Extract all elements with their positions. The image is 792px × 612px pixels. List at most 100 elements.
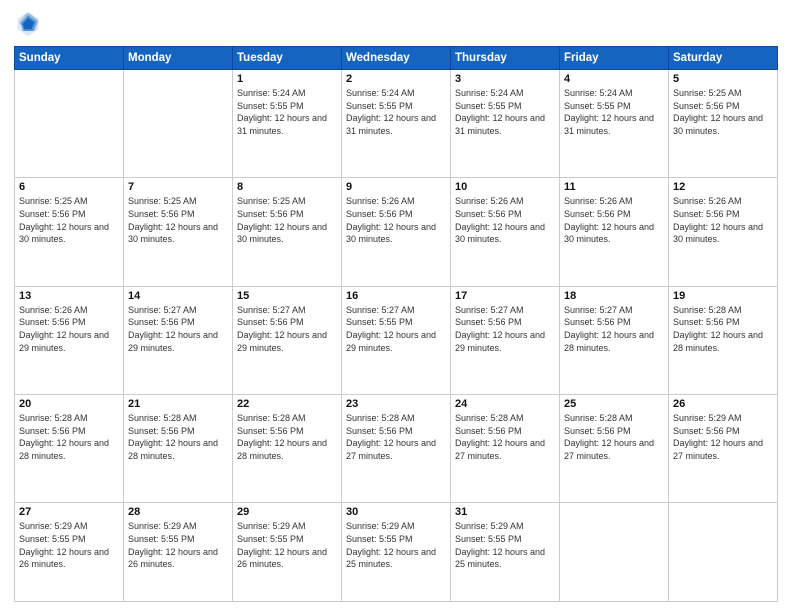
day-number: 14 xyxy=(128,290,228,302)
weekday-header: Thursday xyxy=(451,47,560,70)
day-info: Sunrise: 5:27 AM Sunset: 5:56 PM Dayligh… xyxy=(564,304,664,354)
calendar-cell: 13 Sunrise: 5:26 AM Sunset: 5:56 PM Dayli… xyxy=(15,286,124,394)
day-info: Sunrise: 5:27 AM Sunset: 5:55 PM Dayligh… xyxy=(346,304,446,354)
calendar-cell: 30 Sunrise: 5:29 AM Sunset: 5:55 PM Dayli… xyxy=(342,503,451,602)
calendar-cell: 5 Sunrise: 5:25 AM Sunset: 5:56 PM Daylig… xyxy=(669,70,778,178)
day-info: Sunrise: 5:24 AM Sunset: 5:55 PM Dayligh… xyxy=(346,87,446,137)
calendar-cell: 26 Sunrise: 5:29 AM Sunset: 5:56 PM Dayli… xyxy=(669,395,778,503)
day-number: 18 xyxy=(564,290,664,302)
weekday-header: Wednesday xyxy=(342,47,451,70)
calendar-cell: 9 Sunrise: 5:26 AM Sunset: 5:56 PM Daylig… xyxy=(342,178,451,286)
calendar-header-row: SundayMondayTuesdayWednesdayThursdayFrid… xyxy=(15,47,778,70)
day-info: Sunrise: 5:28 AM Sunset: 5:56 PM Dayligh… xyxy=(237,412,337,462)
day-info: Sunrise: 5:28 AM Sunset: 5:56 PM Dayligh… xyxy=(346,412,446,462)
calendar-cell: 16 Sunrise: 5:27 AM Sunset: 5:55 PM Dayli… xyxy=(342,286,451,394)
day-number: 9 xyxy=(346,181,446,193)
calendar-week-row: 20Sunrise: 5:28 AM Sunset: 5:56 PM Dayli… xyxy=(15,395,778,503)
calendar-cell xyxy=(669,503,778,602)
calendar-cell: 18 Sunrise: 5:27 AM Sunset: 5:56 PM Dayli… xyxy=(560,286,669,394)
calendar-cell xyxy=(124,70,233,178)
calendar-cell: 19Sunrise: 5:28 AM Sunset: 5:56 PM Dayli… xyxy=(669,286,778,394)
day-info: Sunrise: 5:29 AM Sunset: 5:55 PM Dayligh… xyxy=(346,520,446,570)
day-info: Sunrise: 5:29 AM Sunset: 5:55 PM Dayligh… xyxy=(237,520,337,570)
day-number: 22 xyxy=(237,398,337,410)
day-info: Sunrise: 5:29 AM Sunset: 5:55 PM Dayligh… xyxy=(128,520,228,570)
day-info: Sunrise: 5:27 AM Sunset: 5:56 PM Dayligh… xyxy=(128,304,228,354)
calendar-week-row: 13 Sunrise: 5:26 AM Sunset: 5:56 PM Dayli… xyxy=(15,286,778,394)
day-info: Sunrise: 5:28 AM Sunset: 5:56 PM Dayligh… xyxy=(455,412,555,462)
day-number: 11 xyxy=(564,181,664,193)
day-number: 4 xyxy=(564,73,664,85)
calendar-cell: 10 Sunrise: 5:26 AM Sunset: 5:56 PM Dayli… xyxy=(451,178,560,286)
calendar-cell xyxy=(15,70,124,178)
day-info: Sunrise: 5:27 AM Sunset: 5:56 PM Dayligh… xyxy=(237,304,337,354)
day-info: Sunrise: 5:26 AM Sunset: 5:56 PM Dayligh… xyxy=(346,195,446,245)
day-info: Sunrise: 5:25 AM Sunset: 5:56 PM Dayligh… xyxy=(19,195,119,245)
day-info: Sunrise: 5:29 AM Sunset: 5:56 PM Dayligh… xyxy=(673,412,773,462)
day-number: 21 xyxy=(128,398,228,410)
calendar-cell: 1 Sunrise: 5:24 AM Sunset: 5:55 PM Daylig… xyxy=(233,70,342,178)
weekday-header: Monday xyxy=(124,47,233,70)
day-number: 15 xyxy=(237,290,337,302)
calendar-cell: 27 Sunrise: 5:29 AM Sunset: 5:55 PM Dayli… xyxy=(15,503,124,602)
calendar-cell: 17 Sunrise: 5:27 AM Sunset: 5:56 PM Dayli… xyxy=(451,286,560,394)
day-number: 23 xyxy=(346,398,446,410)
day-number: 12 xyxy=(673,181,773,193)
page: SundayMondayTuesdayWednesdayThursdayFrid… xyxy=(0,0,792,612)
day-number: 27 xyxy=(19,506,119,518)
calendar-cell: 29 Sunrise: 5:29 AM Sunset: 5:55 PM Dayli… xyxy=(233,503,342,602)
day-info: Sunrise: 5:25 AM Sunset: 5:56 PM Dayligh… xyxy=(673,87,773,137)
calendar-cell: 21 Sunrise: 5:28 AM Sunset: 5:56 PM Dayli… xyxy=(124,395,233,503)
day-info: Sunrise: 5:27 AM Sunset: 5:56 PM Dayligh… xyxy=(455,304,555,354)
calendar-week-row: 6Sunrise: 5:25 AM Sunset: 5:56 PM Daylig… xyxy=(15,178,778,286)
day-number: 26 xyxy=(673,398,773,410)
calendar-cell: 6Sunrise: 5:25 AM Sunset: 5:56 PM Daylig… xyxy=(15,178,124,286)
day-info: Sunrise: 5:24 AM Sunset: 5:55 PM Dayligh… xyxy=(455,87,555,137)
day-info: Sunrise: 5:29 AM Sunset: 5:55 PM Dayligh… xyxy=(455,520,555,570)
day-number: 3 xyxy=(455,73,555,85)
calendar-week-row: 27 Sunrise: 5:29 AM Sunset: 5:55 PM Dayli… xyxy=(15,503,778,602)
calendar-cell xyxy=(560,503,669,602)
calendar-cell: 31 Sunrise: 5:29 AM Sunset: 5:55 PM Dayli… xyxy=(451,503,560,602)
calendar-cell: 12Sunrise: 5:26 AM Sunset: 5:56 PM Dayli… xyxy=(669,178,778,286)
day-info: Sunrise: 5:28 AM Sunset: 5:56 PM Dayligh… xyxy=(128,412,228,462)
logo-icon xyxy=(14,10,42,38)
calendar-cell: 22 Sunrise: 5:28 AM Sunset: 5:56 PM Dayli… xyxy=(233,395,342,503)
calendar-cell: 23 Sunrise: 5:28 AM Sunset: 5:56 PM Dayli… xyxy=(342,395,451,503)
day-info: Sunrise: 5:26 AM Sunset: 5:56 PM Dayligh… xyxy=(455,195,555,245)
weekday-header: Tuesday xyxy=(233,47,342,70)
day-info: Sunrise: 5:29 AM Sunset: 5:55 PM Dayligh… xyxy=(19,520,119,570)
day-number: 25 xyxy=(564,398,664,410)
day-info: Sunrise: 5:25 AM Sunset: 5:56 PM Dayligh… xyxy=(237,195,337,245)
weekday-header: Friday xyxy=(560,47,669,70)
calendar-cell: 24 Sunrise: 5:28 AM Sunset: 5:56 PM Dayli… xyxy=(451,395,560,503)
day-number: 8 xyxy=(237,181,337,193)
day-number: 13 xyxy=(19,290,119,302)
calendar-cell: 3 Sunrise: 5:24 AM Sunset: 5:55 PM Daylig… xyxy=(451,70,560,178)
day-number: 5 xyxy=(673,73,773,85)
day-info: Sunrise: 5:26 AM Sunset: 5:56 PM Dayligh… xyxy=(19,304,119,354)
day-info: Sunrise: 5:25 AM Sunset: 5:56 PM Dayligh… xyxy=(128,195,228,245)
day-number: 24 xyxy=(455,398,555,410)
logo xyxy=(14,10,46,38)
day-number: 10 xyxy=(455,181,555,193)
day-number: 17 xyxy=(455,290,555,302)
calendar-cell: 2 Sunrise: 5:24 AM Sunset: 5:55 PM Daylig… xyxy=(342,70,451,178)
day-info: Sunrise: 5:26 AM Sunset: 5:56 PM Dayligh… xyxy=(564,195,664,245)
day-number: 16 xyxy=(346,290,446,302)
calendar: SundayMondayTuesdayWednesdayThursdayFrid… xyxy=(14,46,778,602)
day-number: 2 xyxy=(346,73,446,85)
day-info: Sunrise: 5:28 AM Sunset: 5:56 PM Dayligh… xyxy=(673,304,773,354)
day-info: Sunrise: 5:28 AM Sunset: 5:56 PM Dayligh… xyxy=(564,412,664,462)
day-number: 29 xyxy=(237,506,337,518)
day-number: 31 xyxy=(455,506,555,518)
weekday-header: Sunday xyxy=(15,47,124,70)
day-number: 30 xyxy=(346,506,446,518)
calendar-cell: 4Sunrise: 5:24 AM Sunset: 5:55 PM Daylig… xyxy=(560,70,669,178)
day-number: 1 xyxy=(237,73,337,85)
calendar-cell: 7Sunrise: 5:25 AM Sunset: 5:56 PM Daylig… xyxy=(124,178,233,286)
calendar-cell: 11 Sunrise: 5:26 AM Sunset: 5:56 PM Dayli… xyxy=(560,178,669,286)
calendar-cell: 8 Sunrise: 5:25 AM Sunset: 5:56 PM Daylig… xyxy=(233,178,342,286)
day-number: 28 xyxy=(128,506,228,518)
day-info: Sunrise: 5:24 AM Sunset: 5:55 PM Dayligh… xyxy=(237,87,337,137)
